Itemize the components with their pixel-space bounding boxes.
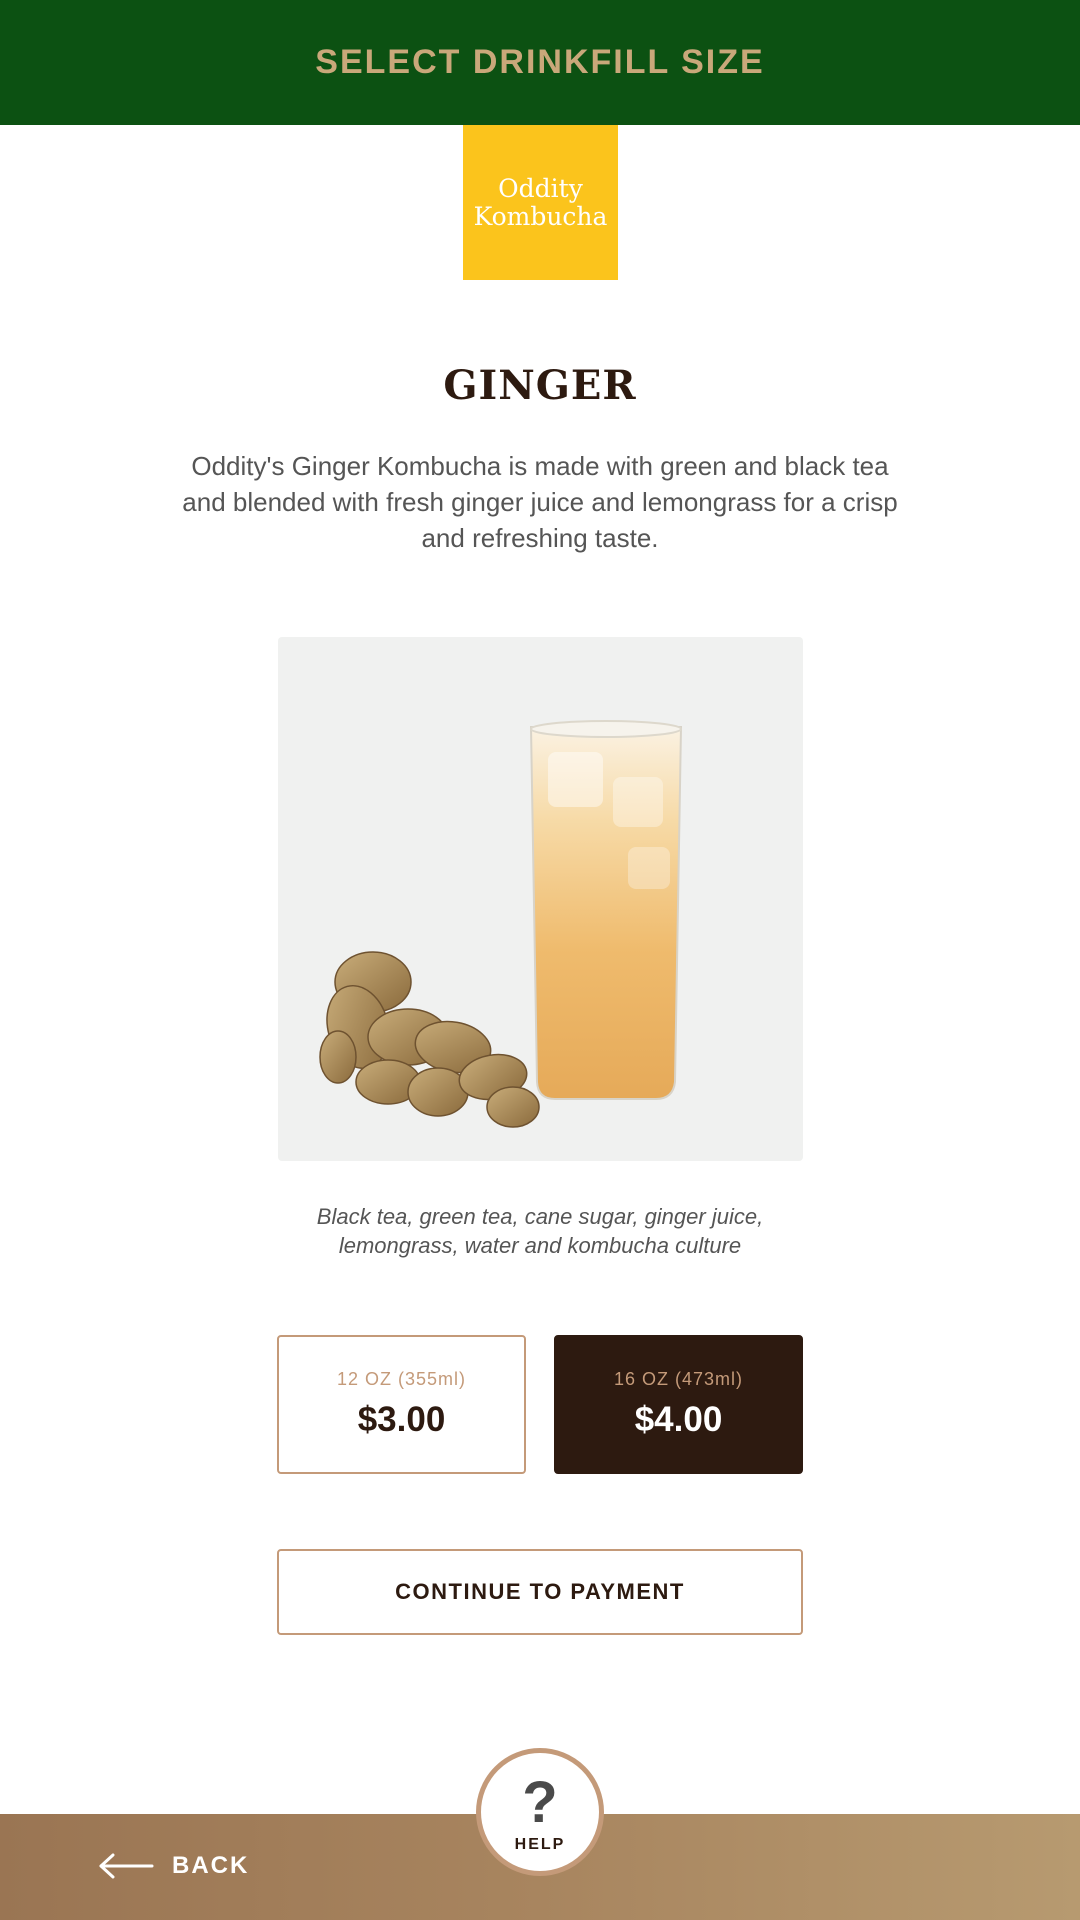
size-price: $4.00: [634, 1400, 723, 1439]
logo-line-2: Kombucha: [473, 201, 608, 231]
ingredients-line-2: lemongrass, water and kombucha culture: [338, 1233, 742, 1258]
size-option-16oz[interactable]: 16 OZ (473ml) $4.00: [554, 1335, 803, 1474]
size-option-12oz[interactable]: 12 OZ (355ml) $3.00: [277, 1335, 526, 1474]
size-label: 12 OZ (355ml): [336, 1369, 467, 1389]
help-button[interactable]: ? HELP: [476, 1748, 604, 1876]
logo-line-1: Oddity: [498, 173, 583, 203]
help-label: HELP: [514, 1836, 566, 1853]
size-label: 16 OZ (473ml): [613, 1369, 744, 1389]
kombucha-glass-illustration: [319, 720, 683, 1128]
back-button[interactable]: BACK: [98, 1844, 249, 1888]
size-price: $3.00: [357, 1400, 446, 1439]
back-label: BACK: [172, 1852, 250, 1879]
product-title: GINGER: [443, 362, 637, 409]
page-title: SELECT DRINKFILL SIZE: [315, 43, 765, 81]
arrow-left-icon: [99, 1853, 154, 1879]
product-description: Oddity's Ginger Kombucha is made with gr…: [182, 451, 898, 553]
product-photo: [278, 637, 803, 1161]
ingredients-line-1: Black tea, green tea, cane sugar, ginger…: [316, 1204, 764, 1229]
question-mark-icon: ?: [522, 1770, 558, 1835]
continue-to-payment-button[interactable]: CONTINUE TO PAYMENT: [277, 1549, 803, 1635]
ingredients-list: Black tea, green tea, cane sugar, ginger…: [240, 1202, 840, 1260]
header-bar: SELECT DRINKFILL SIZE: [0, 0, 1080, 125]
brand-logo: Oddity Kombucha: [463, 125, 618, 280]
